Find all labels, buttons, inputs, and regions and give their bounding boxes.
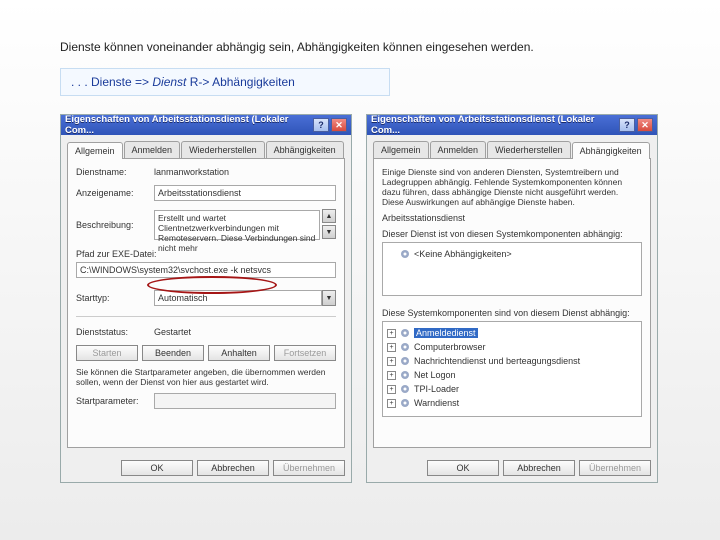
- tab-anmelden[interactable]: Anmelden: [124, 141, 181, 158]
- tree-label: Net Logon: [414, 370, 456, 380]
- tree-label: Computerbrowser: [414, 342, 486, 352]
- help-button[interactable]: ?: [313, 118, 329, 132]
- tab-abhaengigkeiten[interactable]: Abhängigkeiten: [266, 141, 344, 158]
- startparam-label: Startparameter:: [76, 396, 154, 406]
- tree-label: Anmeldedienst: [414, 328, 478, 338]
- panel-abhaengigkeiten: Einige Dienste sind von anderen Diensten…: [373, 158, 651, 448]
- pfad-input[interactable]: C:\WINDOWS\system32\svchost.exe -k netsv…: [76, 262, 336, 278]
- depends-on-label: Dieser Dienst ist von diesen Systemkompo…: [382, 229, 642, 239]
- anhalten-button[interactable]: Anhalten: [208, 345, 270, 361]
- fortsetzen-button[interactable]: Fortsetzen: [274, 345, 336, 361]
- expand-icon[interactable]: +: [387, 385, 396, 394]
- dienstname-label: Dienstname:: [76, 167, 154, 177]
- expand-icon[interactable]: +: [387, 329, 396, 338]
- tree-node[interactable]: + TPI-Loader: [387, 382, 637, 396]
- beschreibung-label: Beschreibung:: [76, 220, 154, 230]
- expand-icon[interactable]: +: [387, 357, 396, 366]
- titlebar[interactable]: Eigenschaften von Arbeitsstationsdienst …: [367, 115, 657, 135]
- tree-node[interactable]: + Nachrichtendienst und berteagungsdienst: [387, 354, 637, 368]
- tree-node[interactable]: + Net Logon: [387, 368, 637, 382]
- tree-label: <Keine Abhängigkeiten>: [414, 249, 512, 259]
- starttyp-select[interactable]: Automatisch: [154, 290, 322, 306]
- beschreibung-textarea[interactable]: Erstellt und wartet Clientnetzwerkverbin…: [154, 210, 320, 240]
- gear-icon: [399, 355, 411, 367]
- anzeigename-label: Anzeigename:: [76, 188, 154, 198]
- window-title: Eigenschaften von Arbeitsstationsdienst …: [65, 114, 311, 136]
- nav-suffix: R-> Abhängigkeiten: [186, 75, 294, 89]
- ok-button[interactable]: OK: [427, 460, 499, 476]
- gear-icon: [399, 327, 411, 339]
- tree-label: Nachrichtendienst und berteagungsdienst: [414, 356, 580, 366]
- dialog-abhaengigkeiten: Eigenschaften von Arbeitsstationsdienst …: [366, 114, 658, 483]
- tab-wiederherstellen[interactable]: Wiederherstellen: [181, 141, 265, 158]
- tree-label: Warndienst: [414, 398, 459, 408]
- status-value: Gestartet: [154, 327, 191, 337]
- tab-allgemein[interactable]: Allgemein: [67, 142, 123, 159]
- expand-icon[interactable]: +: [387, 399, 396, 408]
- chevron-down-icon[interactable]: ▼: [322, 290, 336, 306]
- window-title: Eigenschaften von Arbeitsstationsdienst …: [371, 114, 617, 136]
- nav-prefix: . . . Dienste =>: [71, 75, 152, 89]
- tab-allgemein[interactable]: Allgemein: [373, 141, 429, 158]
- help-button[interactable]: ?: [619, 118, 635, 132]
- starten-button[interactable]: Starten: [76, 345, 138, 361]
- panel-allgemein: Dienstname: lanmanworkstation Anzeigenam…: [67, 158, 345, 448]
- nav-italic: Dienst: [152, 75, 186, 89]
- beenden-button[interactable]: Beenden: [142, 345, 204, 361]
- nav-path: . . . Dienste => Dienst R-> Abhängigkeit…: [60, 68, 390, 96]
- dependents-label: Diese Systemkomponenten sind von diesem …: [382, 308, 642, 318]
- startparam-input[interactable]: [154, 393, 336, 409]
- tree-node[interactable]: + Warndienst: [387, 396, 637, 410]
- tree-node: <Keine Abhängigkeiten>: [387, 247, 637, 261]
- uebernehmen-button[interactable]: Übernehmen: [579, 460, 651, 476]
- dependencies-info: Einige Dienste sind von anderen Diensten…: [382, 167, 642, 207]
- tab-abhaengigkeiten[interactable]: Abhängigkeiten: [572, 142, 650, 159]
- close-button[interactable]: ✕: [331, 118, 347, 132]
- tab-anmelden[interactable]: Anmelden: [430, 141, 487, 158]
- gear-icon: [399, 341, 411, 353]
- scroll-down-button[interactable]: ▼: [322, 225, 336, 239]
- gear-icon: [399, 383, 411, 395]
- gear-icon: [399, 397, 411, 409]
- tree-node[interactable]: + Anmeldedienst: [387, 326, 637, 340]
- titlebar[interactable]: Eigenschaften von Arbeitsstationsdienst …: [61, 115, 351, 135]
- intro-text: Dienste können voneinander abhängig sein…: [60, 40, 660, 54]
- abbrechen-button[interactable]: Abbrechen: [503, 460, 575, 476]
- service-name: Arbeitsstationsdienst: [382, 213, 642, 223]
- depends-on-tree[interactable]: <Keine Abhängigkeiten>: [382, 242, 642, 296]
- startparam-note: Sie können die Startparameter angeben, d…: [76, 367, 336, 387]
- abbrechen-button[interactable]: Abbrechen: [197, 460, 269, 476]
- tree-node[interactable]: + Computerbrowser: [387, 340, 637, 354]
- expand-icon[interactable]: +: [387, 343, 396, 352]
- uebernehmen-button[interactable]: Übernehmen: [273, 460, 345, 476]
- dependents-tree[interactable]: + Anmeldedienst + Computerbrowser + Nachric…: [382, 321, 642, 417]
- ok-button[interactable]: OK: [121, 460, 193, 476]
- scroll-up-button[interactable]: ▲: [322, 209, 336, 223]
- tab-wiederherstellen[interactable]: Wiederherstellen: [487, 141, 571, 158]
- dialog-allgemein: Eigenschaften von Arbeitsstationsdienst …: [60, 114, 352, 483]
- dienstname-value: lanmanworkstation: [154, 167, 229, 177]
- tree-label: TPI-Loader: [414, 384, 459, 394]
- anzeigename-input[interactable]: Arbeitsstationsdienst: [154, 185, 336, 201]
- gear-icon: [399, 369, 411, 381]
- expand-icon[interactable]: +: [387, 371, 396, 380]
- status-label: Dienststatus:: [76, 327, 154, 337]
- pfad-label: Pfad zur EXE-Datei:: [76, 249, 336, 259]
- starttyp-label: Starttyp:: [76, 293, 154, 303]
- gear-icon: [399, 248, 411, 260]
- close-button[interactable]: ✕: [637, 118, 653, 132]
